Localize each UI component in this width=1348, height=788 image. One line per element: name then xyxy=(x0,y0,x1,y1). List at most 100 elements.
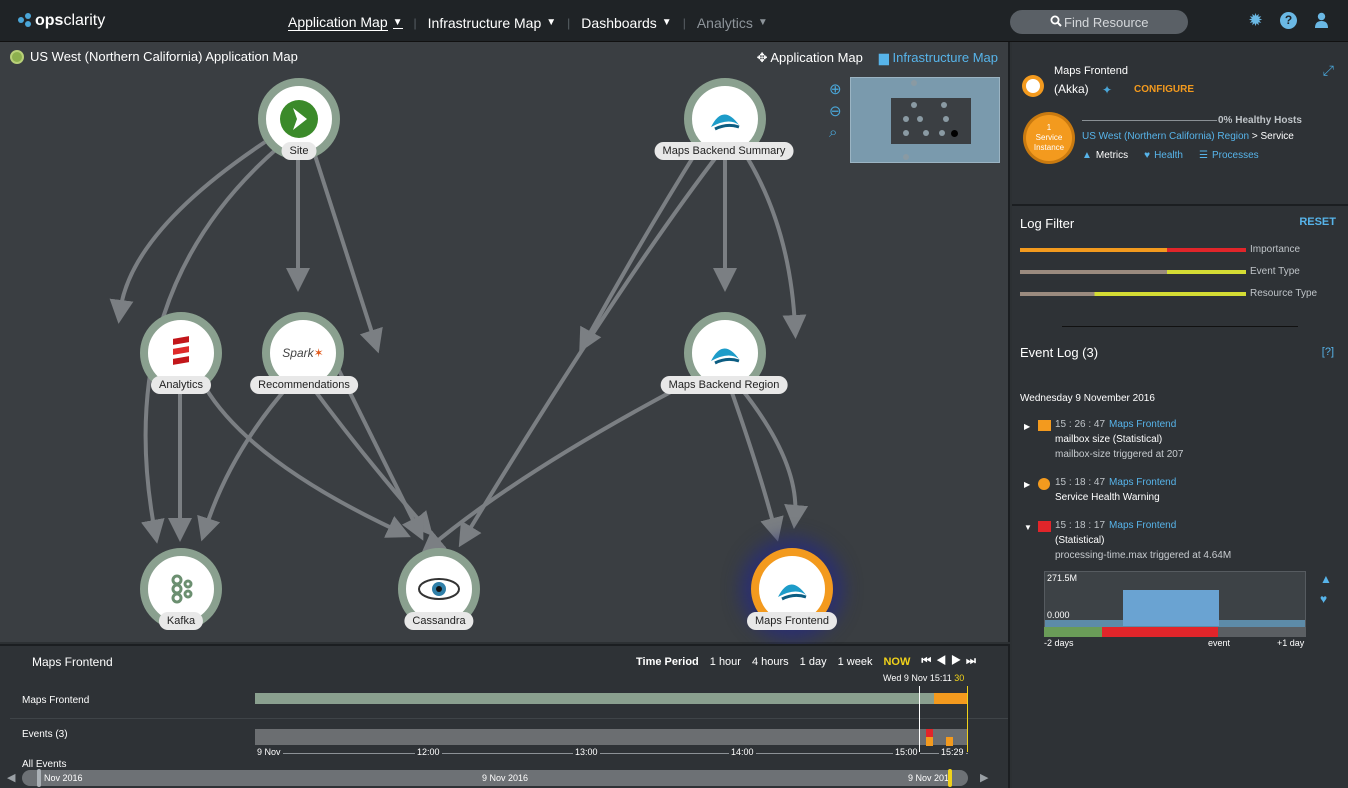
timeline-title: Maps Frontend xyxy=(32,655,113,669)
time-period-label: Time Period xyxy=(636,655,699,668)
minimap[interactable] xyxy=(850,77,1000,163)
expand-triangle-icon[interactable]: ▶ xyxy=(1024,480,1030,489)
heartbeat-icon: ♥ xyxy=(1144,150,1151,161)
period-1-week[interactable]: 1 week xyxy=(838,656,873,668)
akka-icon xyxy=(698,326,752,380)
chart-left-label: -2 days xyxy=(1044,638,1074,648)
processes-link[interactable]: ☰ Processes xyxy=(1199,150,1259,161)
event-source-link[interactable]: Maps Frontend xyxy=(1109,520,1176,531)
event-marker[interactable] xyxy=(946,737,953,746)
maps-frontend-health-bar[interactable] xyxy=(255,693,968,704)
caret-down-icon: ▼ xyxy=(661,17,672,28)
timeline-axis: 9 Nov 12:00 13:00 14:00 15:00 15:29 xyxy=(255,747,968,759)
period-1-hour[interactable]: 1 hour xyxy=(710,656,741,668)
region-link[interactable]: US West (Northern California) Region xyxy=(1082,131,1249,142)
chart-side-icons: ▲ ♥ xyxy=(1320,572,1332,606)
scroll-right-icon[interactable]: ▶ xyxy=(980,771,988,784)
time-period-selector: Time Period 1 hour 4 hours 1 day 1 week … xyxy=(636,655,977,668)
importance-slider[interactable] xyxy=(1020,248,1246,252)
timeline-scrubber[interactable]: Nov 2016 9 Nov 2016 9 Nov 201 xyxy=(22,769,968,787)
main-nav: Application Map ▼ | Infrastructure Map ▼ |… xyxy=(288,14,768,31)
health-link[interactable]: ♥ Health xyxy=(1144,150,1183,161)
expand-triangle-icon[interactable]: ▶ xyxy=(1024,422,1030,431)
pin-icon[interactable]: ✦ xyxy=(1102,83,1112,97)
help-icon[interactable]: ? xyxy=(1280,12,1297,29)
event-log-help[interactable]: [?] xyxy=(1322,346,1334,358)
region-globe-icon xyxy=(10,49,24,64)
event-log-date: Wednesday 9 November 2016 xyxy=(1020,393,1155,404)
user-icon[interactable] xyxy=(1313,12,1330,29)
period-now[interactable]: NOW xyxy=(883,656,910,668)
node-label-analytics: Analytics xyxy=(150,376,212,394)
resource-type-slider[interactable] xyxy=(1020,292,1246,296)
zoom-out-icon[interactable]: ⊖ xyxy=(829,102,842,120)
importance-label: Importance xyxy=(1250,244,1301,255)
period-4-hours[interactable]: 4 hours xyxy=(752,656,789,668)
event-source-link[interactable]: Maps Frontend xyxy=(1109,419,1176,430)
row-label-maps-frontend: Maps Frontend xyxy=(22,695,90,706)
map-view-switch: ✥ Application Map ▆ Infrastructure Map xyxy=(757,50,998,66)
resource-side-panel: Maps Frontend (Akka) ✦ CONFIGURE ⤢ 1 Serv… xyxy=(1012,42,1348,788)
caret-down-icon: ▼ xyxy=(392,16,403,29)
zoom-fit-icon[interactable]: ⌕ xyxy=(829,124,842,141)
application-map-toggle[interactable]: ✥ Application Map xyxy=(757,50,863,66)
node-label-maps-backend-region: Maps Backend Region xyxy=(660,376,788,394)
event-type-slider[interactable] xyxy=(1020,270,1246,274)
nav-application-map[interactable]: Application Map ▼ xyxy=(288,14,403,31)
chart-icon: ▲ xyxy=(1082,150,1092,161)
top-bar: opsclarity Application Map ▼ | Infrastruc… xyxy=(0,0,1348,42)
configure-link[interactable]: CONFIGURE xyxy=(1134,84,1194,95)
nav-analytics[interactable]: Analytics ▼ xyxy=(697,15,768,31)
find-resource-search[interactable]: Find Resource xyxy=(1010,10,1188,34)
map-title: US West (Northern California) Applicatio… xyxy=(10,49,298,64)
scrubber-left-handle[interactable] xyxy=(37,769,41,787)
resource-links: ▲ Metrics ♥ Health ☰ Processes xyxy=(1082,150,1259,161)
divider xyxy=(1062,326,1298,327)
caret-down-icon: ▼ xyxy=(757,17,768,28)
akka-icon xyxy=(698,92,752,146)
infrastructure-map-toggle[interactable]: ▆ Infrastructure Map xyxy=(879,50,998,66)
nav-dashboards[interactable]: Dashboards ▼ xyxy=(581,15,671,31)
row-label-all-events: All Events xyxy=(22,759,67,770)
resource-type: (Akka) xyxy=(1054,82,1089,96)
expand-icon[interactable]: ⤢ xyxy=(1323,62,1334,79)
resource-card: Maps Frontend (Akka) ✦ CONFIGURE ⤢ 1 Serv… xyxy=(1012,42,1348,206)
service-instance-badge[interactable]: 1 Service Instance xyxy=(1026,115,1072,161)
period-1-day[interactable]: 1 day xyxy=(800,656,827,668)
logo-icon xyxy=(18,13,32,27)
zoom-in-icon[interactable]: ⊕ xyxy=(829,80,842,98)
timeline-cursor[interactable] xyxy=(919,686,920,752)
statistical-event-icon xyxy=(1038,420,1051,431)
resource-title: Maps Frontend xyxy=(1054,65,1128,77)
node-label-cassandra: Cassandra xyxy=(404,612,474,630)
event-marker[interactable] xyxy=(926,729,933,737)
scrubber-right-handle[interactable] xyxy=(948,769,952,787)
events-bar[interactable] xyxy=(255,729,968,745)
search-icon xyxy=(1050,15,1062,27)
timeline-nav-buttons[interactable]: ⏮ ◀ ▶ ⏭ xyxy=(921,655,977,668)
resource-type-label: Resource Type xyxy=(1250,288,1318,299)
metrics-link[interactable]: ▲ Metrics xyxy=(1082,150,1128,161)
timeline-now-cursor[interactable] xyxy=(967,686,968,752)
opsclarity-logo[interactable]: opsclarity xyxy=(18,11,105,30)
collapse-triangle-icon[interactable]: ▼ xyxy=(1024,523,1032,532)
site-icon xyxy=(272,92,326,146)
node-label-maps-frontend: Maps Frontend xyxy=(747,612,837,630)
kafka-icon xyxy=(154,562,208,616)
chart-icon[interactable]: ▲ xyxy=(1320,572,1332,586)
gear-icon[interactable]: ✹ xyxy=(1247,12,1264,29)
scroll-left-icon[interactable]: ◀ xyxy=(7,771,15,784)
akka-icon xyxy=(765,562,819,616)
heartbeat-icon[interactable]: ♥ xyxy=(1320,592,1332,606)
caret-down-icon: ▼ xyxy=(546,17,557,28)
event-log-title: Event Log (3) xyxy=(1020,345,1099,360)
event-source-link[interactable]: Maps Frontend xyxy=(1109,477,1176,488)
nav-infrastructure-map[interactable]: Infrastructure Map ▼ xyxy=(428,15,557,31)
healthy-hosts-bar xyxy=(1082,120,1217,121)
application-map-pane: US West (Northern California) Applicatio… xyxy=(0,42,1010,642)
event-marker[interactable] xyxy=(926,737,933,746)
timeline-pane: Maps Frontend Time Period 1 hour 4 hours… xyxy=(0,644,1010,788)
scala-icon xyxy=(154,326,208,380)
event-metric-chart: 271.5M 0.000 xyxy=(1044,571,1306,627)
reset-button[interactable]: RESET xyxy=(1299,216,1336,228)
